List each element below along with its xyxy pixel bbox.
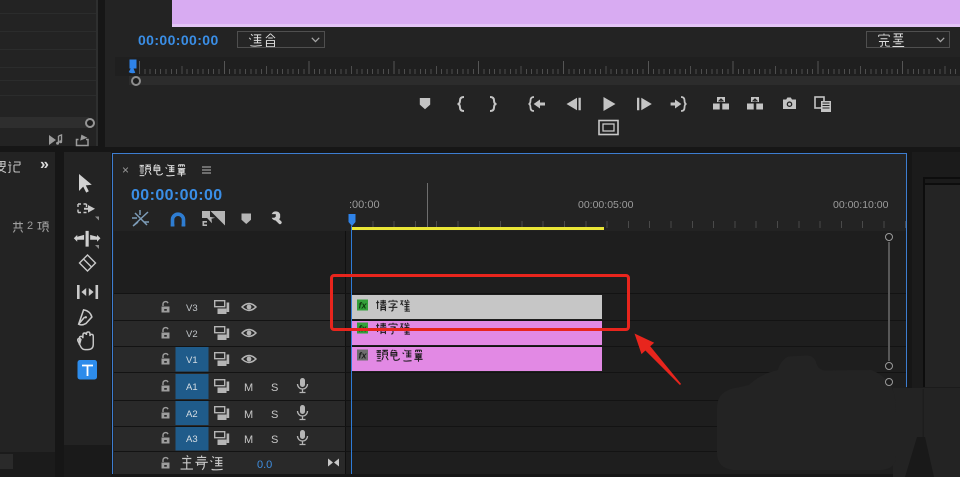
- svg-text:fx: fx: [359, 351, 368, 361]
- svg-text:V3: V3: [186, 303, 198, 314]
- svg-text:S: S: [271, 409, 278, 421]
- svg-text:S: S: [271, 434, 278, 446]
- svg-text:A3: A3: [186, 434, 198, 445]
- svg-text:A1: A1: [186, 382, 198, 393]
- svg-text:S: S: [271, 382, 278, 394]
- svg-text:0.0: 0.0: [257, 459, 272, 471]
- svg-text:A2: A2: [186, 409, 198, 420]
- svg-text:V2: V2: [186, 329, 198, 340]
- svg-text:M: M: [244, 434, 253, 446]
- svg-text:M: M: [244, 382, 253, 394]
- svg-text:V1: V1: [186, 355, 198, 366]
- svg-text:M: M: [244, 409, 253, 421]
